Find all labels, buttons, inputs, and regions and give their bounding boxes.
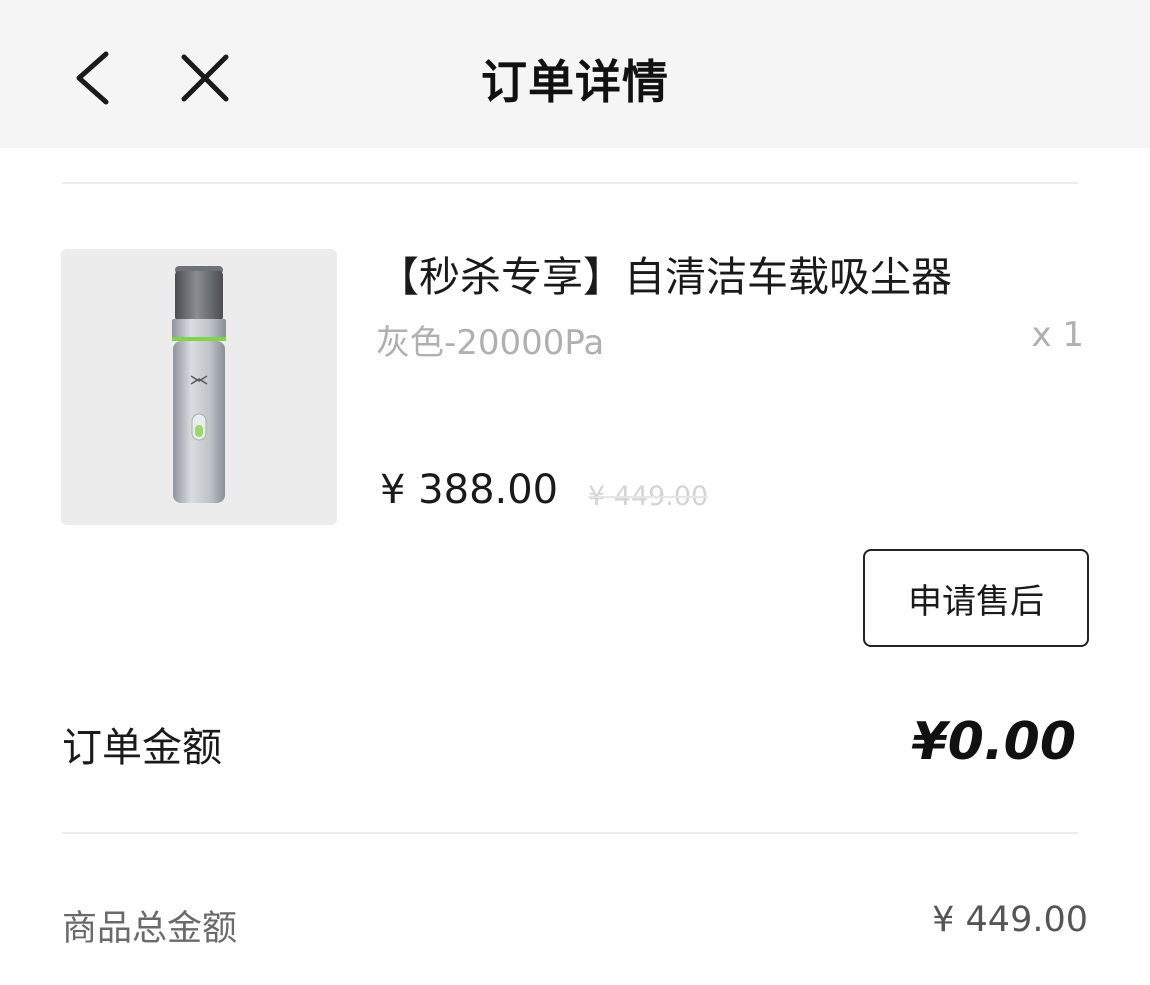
handheld-vacuum-image bbox=[172, 266, 226, 503]
product-quantity: x 1 bbox=[1031, 315, 1084, 355]
apply-after-sale-button[interactable]: 申请售后 bbox=[863, 549, 1089, 647]
product-title[interactable]: 【秒杀专享】自清洁车载吸尘器 bbox=[378, 243, 1078, 303]
product-price: ¥ 388.00 bbox=[380, 467, 559, 513]
goods-total-label: 商品总金额 bbox=[62, 909, 238, 949]
product-variant: 灰色-20000Pa bbox=[376, 323, 605, 363]
order-amount-value: ¥0.00 bbox=[911, 712, 1076, 772]
summary-divider bbox=[62, 832, 1078, 834]
section-divider bbox=[62, 182, 1078, 184]
page-title: 订单详情 bbox=[481, 55, 669, 109]
product-image[interactable] bbox=[61, 249, 337, 525]
top-navigation-bar: 订单详情 bbox=[0, 0, 1150, 148]
order-amount-label: 订单金额 bbox=[62, 725, 222, 771]
product-original-price: ¥ 449.00 bbox=[588, 481, 709, 512]
goods-total-value: ¥ 449.00 bbox=[932, 900, 1088, 940]
